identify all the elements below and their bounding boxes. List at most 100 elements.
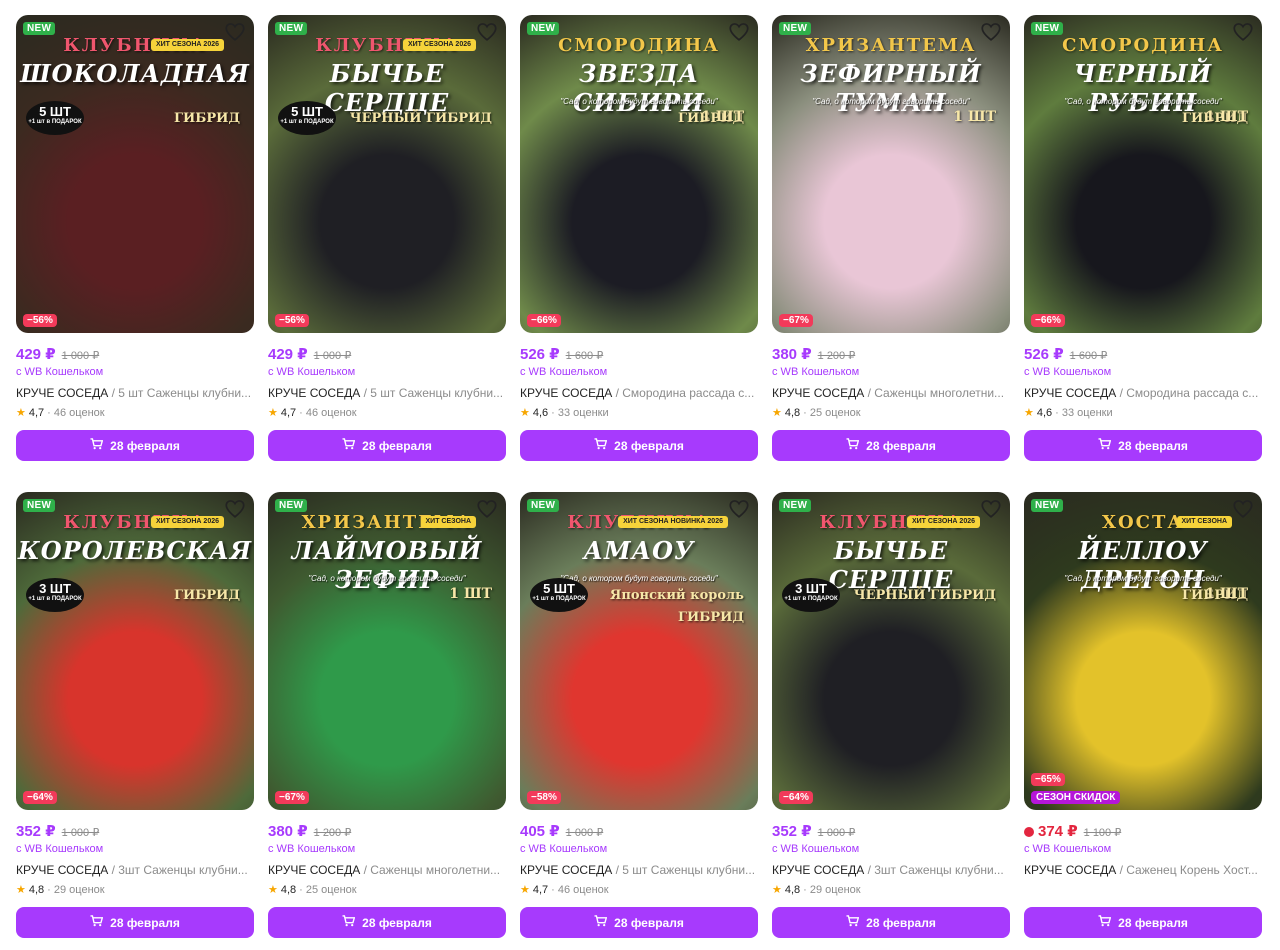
- add-to-cart-button[interactable]: 28 февраля: [268, 907, 506, 938]
- product-image[interactable]: СМОРОДИНА ЗВЕЗДА СИБИРИ "Сад, о котором бу…: [520, 15, 758, 333]
- season-sale-badge: СЕЗОН СКИДОК: [1031, 791, 1121, 804]
- cover-variety: ШОКОЛАДНАЯ: [20, 59, 250, 88]
- product-name: / 5 шт Саженцы клубни...: [360, 386, 504, 400]
- product-image[interactable]: КЛУБНИКААМАОУ"Сад, о котором будут говор…: [520, 492, 758, 810]
- product-image[interactable]: КЛУБНИКА КОРОЛЕВСКАЯ ГИБРИД 3 ШТ +1 шт в ПОД…: [16, 492, 254, 810]
- product-name: / 3шт Саженцы клубни...: [108, 863, 248, 877]
- favorite-heart-icon[interactable]: [728, 21, 750, 43]
- product-card[interactable]: КЛУБНИКА БЫЧЬЕ СЕРДЦЕ ЧЕРНЫЙ ГИБРИД 3 ШТ +1 …: [772, 492, 1010, 950]
- reviews-count: · 25 оценок: [299, 883, 357, 896]
- cart-icon: [594, 915, 608, 930]
- product-title[interactable]: КРУЧЕ СОСЕДА / 3шт Саженцы клубни...: [772, 863, 1010, 879]
- product-title[interactable]: КРУЧЕ СОСЕДА / 5 шт Саженцы клубни...: [520, 863, 758, 879]
- product-card[interactable]: ХРИЗАНТЕМА ЛАЙМОВЫЙ ЗЕФИР "Сад, о котором …: [268, 492, 506, 950]
- product-image[interactable]: ХОСТА ЙЕЛЛОУ ДРЕГОН "Сад, о котором будут …: [1024, 492, 1262, 810]
- favorite-heart-icon[interactable]: [476, 21, 498, 43]
- product-title[interactable]: КРУЧЕ СОСЕДА / 3шт Саженцы клубни...: [16, 863, 254, 879]
- add-to-cart-button[interactable]: 28 февраля: [1024, 907, 1262, 938]
- cover-quantity: 5 ШТ +1 шт в ПОДАРОК: [530, 578, 588, 612]
- product-image[interactable]: КЛУБНИКА БЫЧЬЕ СЕРДЦЕ ЧЕРНЫЙ ГИБРИД 5 ШТ +1 …: [268, 15, 506, 333]
- product-card[interactable]: КЛУБНИКА КОРОЛЕВСКАЯ ГИБРИД 3 ШТ +1 шт в ПОД…: [16, 492, 254, 950]
- new-badge: NEW: [1031, 499, 1064, 512]
- add-to-cart-button[interactable]: 28 февраля: [520, 907, 758, 938]
- price-row: 429 ₽ 1 000 ₽: [16, 345, 254, 365]
- add-to-cart-button[interactable]: 28 февраля: [772, 907, 1010, 938]
- price-row: 352 ₽ 1 000 ₽: [16, 822, 254, 842]
- product-name: / Саженцы многолетни...: [360, 863, 501, 877]
- product-card[interactable]: СМОРОДИНА ЗВЕЗДА СИБИРИ "Сад, о котором бу…: [520, 15, 758, 492]
- product-title[interactable]: КРУЧЕ СОСЕДА / 5 шт Саженцы клубни...: [268, 386, 506, 402]
- star-icon: ★: [268, 407, 278, 419]
- product-title[interactable]: КРУЧЕ СОСЕДА / 5 шт Саженцы клубни...: [16, 386, 254, 402]
- cover-subtitle-2: ГИБРИД: [678, 610, 744, 625]
- rating-row: ★ 4,6 · 33 оценки: [1024, 405, 1262, 420]
- current-price: 405 ₽: [520, 823, 560, 840]
- add-to-cart-button[interactable]: 28 февраля: [1024, 430, 1262, 461]
- cart-icon: [342, 438, 356, 453]
- favorite-heart-icon[interactable]: [980, 21, 1002, 43]
- discount-badge: −58%: [527, 791, 561, 804]
- product-image[interactable]: ХРИЗАНТЕМА ЛАЙМОВЫЙ ЗЕФИР "Сад, о котором …: [268, 492, 506, 810]
- add-to-cart-button[interactable]: 28 февраля: [520, 430, 758, 461]
- cover-subtitle: Японский король: [609, 588, 744, 603]
- wallet-note: с WB Кошельком: [772, 366, 860, 378]
- add-to-cart-button[interactable]: 28 февраля: [16, 430, 254, 461]
- discount-badge: −66%: [527, 314, 561, 327]
- cover-variety: АМАОУ: [583, 536, 695, 565]
- product-card[interactable]: КЛУБНИКА БЫЧЬЕ СЕРДЦЕ ЧЕРНЫЙ ГИБРИД 5 ШТ +1 …: [268, 15, 506, 492]
- product-card[interactable]: КЛУБНИКААМАОУ"Сад, о котором будут говор…: [520, 492, 758, 950]
- new-badge: NEW: [275, 499, 308, 512]
- delivery-date: 28 февраля: [866, 438, 936, 453]
- reviews-count: · 46 оценок: [299, 406, 357, 419]
- cart-icon: [846, 915, 860, 930]
- product-title[interactable]: КРУЧЕ СОСЕДА / Саженцы многолетни...: [772, 386, 1010, 402]
- favorite-heart-icon[interactable]: [476, 498, 498, 520]
- product-image[interactable]: СМОРОДИНА ЧЕРНЫЙ РУБИН "Сад, о котором буд…: [1024, 15, 1262, 333]
- wallet-note: с WB Кошельком: [1024, 366, 1112, 378]
- cover-quantity: 3 ШТ +1 шт в ПОДАРОК: [26, 578, 84, 612]
- new-badge: NEW: [23, 499, 56, 512]
- product-name: / 5 шт Саженцы клубни...: [612, 863, 756, 877]
- old-price: 1 000 ₽: [61, 350, 100, 362]
- delivery-date: 28 февраля: [866, 915, 936, 930]
- cover-hit-label: ХИТ СЕЗОНА 2026: [906, 516, 980, 528]
- current-price: 352 ₽: [772, 823, 812, 840]
- favorite-heart-icon[interactable]: [1232, 498, 1254, 520]
- reviews-count: · 29 оценок: [803, 883, 861, 896]
- product-card[interactable]: ХОСТА ЙЕЛЛОУ ДРЕГОН "Сад, о котором будут …: [1024, 492, 1262, 950]
- cart-icon: [342, 915, 356, 930]
- product-title[interactable]: КРУЧЕ СОСЕДА / Смородина рассада с...: [520, 386, 758, 402]
- price-row: 374 ₽ 1 100 ₽: [1024, 822, 1262, 842]
- product-image[interactable]: КЛУБНИКА ШОКОЛАДНАЯ ГИБРИД 5 ШТ +1 шт в ПОДА…: [16, 15, 254, 333]
- product-title[interactable]: КРУЧЕ СОСЕДА / Саженцы многолетни...: [268, 863, 506, 879]
- product-image[interactable]: ХРИЗАНТЕМА ЗЕФИРНЫЙ ТУМАН "Сад, о котором …: [772, 15, 1010, 333]
- product-card[interactable]: КЛУБНИКА ШОКОЛАДНАЯ ГИБРИД 5 ШТ +1 шт в ПОДА…: [16, 15, 254, 492]
- product-card[interactable]: СМОРОДИНА ЧЕРНЫЙ РУБИН "Сад, о котором буд…: [1024, 15, 1262, 492]
- add-to-cart-button[interactable]: 28 февраля: [772, 430, 1010, 461]
- old-price: 1 000 ₽: [565, 827, 604, 839]
- add-to-cart-button[interactable]: 28 февраля: [268, 430, 506, 461]
- price-row: 429 ₽ 1 000 ₽: [268, 345, 506, 365]
- product-title[interactable]: КРУЧЕ СОСЕДА / Саженец Корень Хост...: [1024, 863, 1262, 879]
- brand-name: КРУЧЕ СОСЕДА: [268, 386, 361, 400]
- old-price: 1 000 ₽: [313, 350, 352, 362]
- favorite-heart-icon[interactable]: [224, 21, 246, 43]
- product-image[interactable]: КЛУБНИКА БЫЧЬЕ СЕРДЦЕ ЧЕРНЫЙ ГИБРИД 3 ШТ +1 …: [772, 492, 1010, 810]
- favorite-heart-icon[interactable]: [224, 498, 246, 520]
- wallet-note: с WB Кошельком: [268, 366, 356, 378]
- favorite-heart-icon[interactable]: [1232, 21, 1254, 43]
- old-price: 1 000 ₽: [817, 827, 856, 839]
- brand-name: КРУЧЕ СОСЕДА: [1024, 863, 1117, 877]
- delivery-date: 28 февраля: [110, 438, 180, 453]
- reviews-count: · 33 оценки: [551, 406, 609, 419]
- favorite-heart-icon[interactable]: [728, 498, 750, 520]
- price-row: 352 ₽ 1 000 ₽: [772, 822, 1010, 842]
- favorite-heart-icon[interactable]: [980, 498, 1002, 520]
- rating-row: ★ 4,8 · 29 оценок: [772, 882, 1010, 897]
- wallet-note: с WB Кошельком: [772, 843, 860, 855]
- current-price: 374 ₽: [1038, 823, 1078, 840]
- product-title[interactable]: КРУЧЕ СОСЕДА / Смородина рассада с...: [1024, 386, 1262, 402]
- add-to-cart-button[interactable]: 28 февраля: [16, 907, 254, 938]
- product-card[interactable]: ХРИЗАНТЕМА ЗЕФИРНЫЙ ТУМАН "Сад, о котором …: [772, 15, 1010, 492]
- new-badge: NEW: [779, 22, 812, 35]
